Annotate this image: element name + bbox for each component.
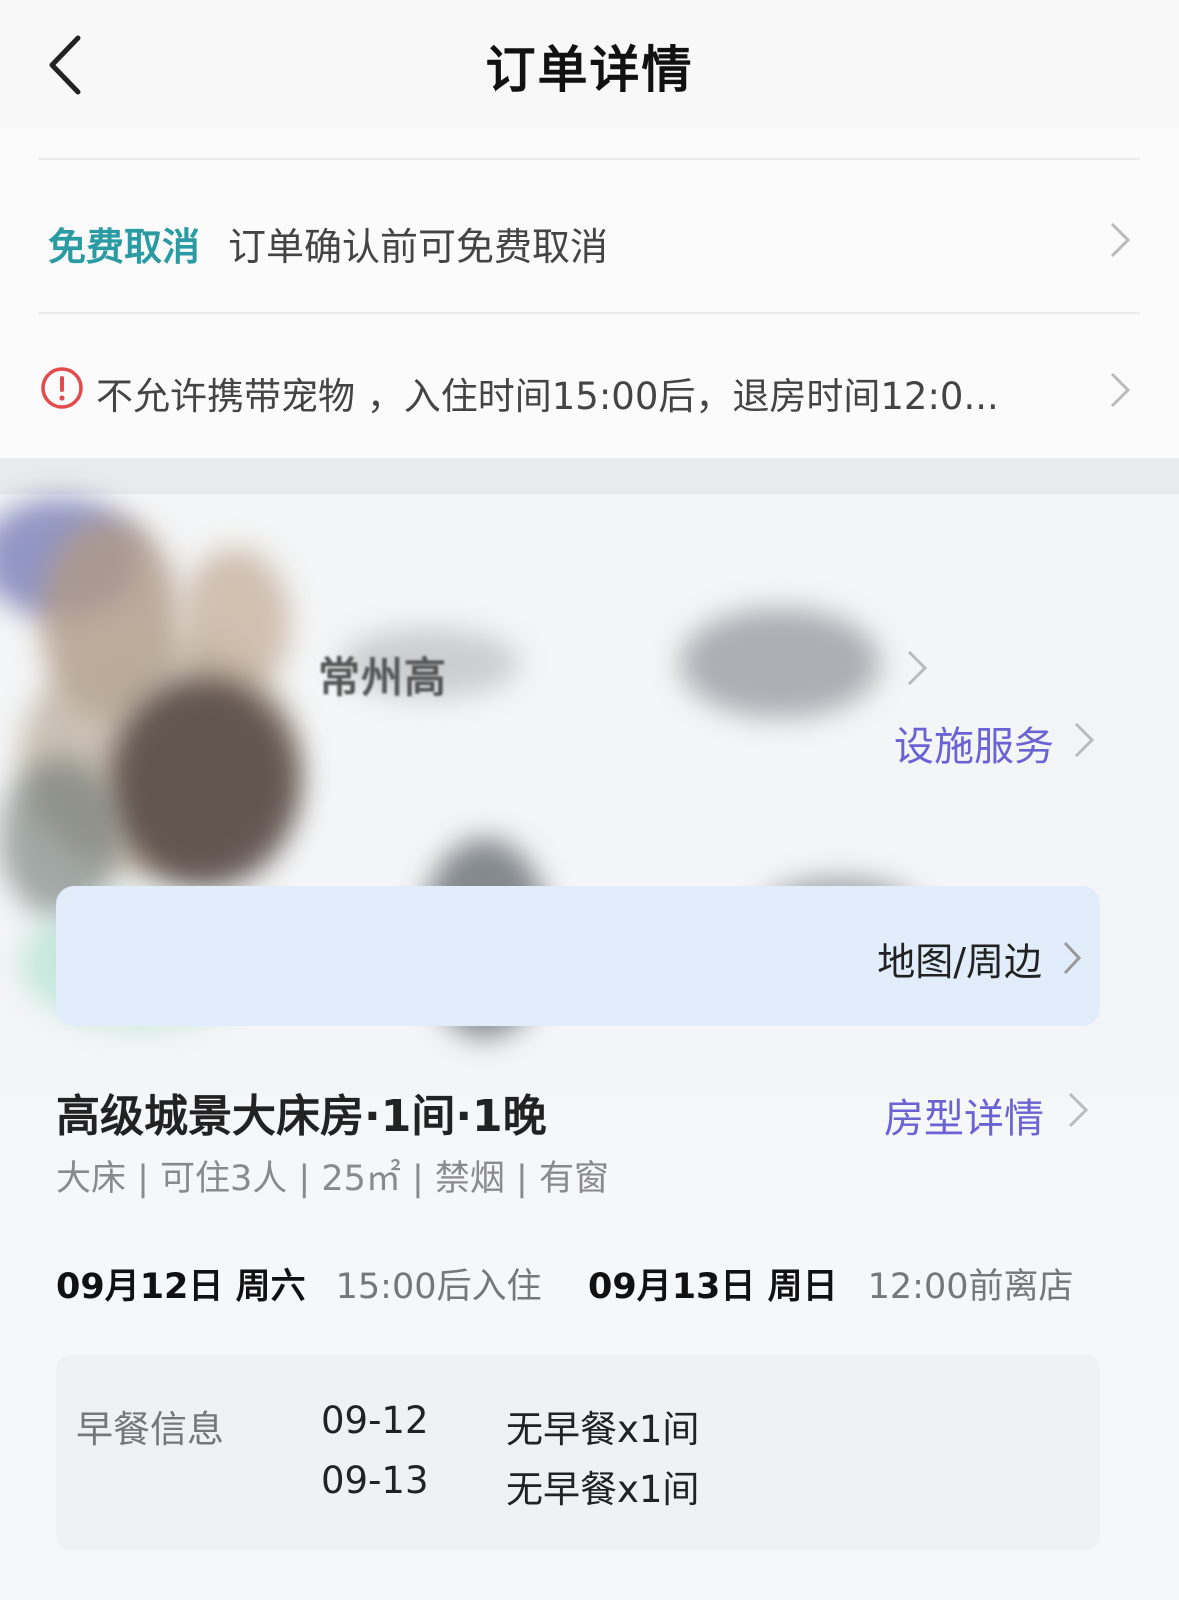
chevron-right-icon bbox=[1074, 722, 1095, 758]
room-specs: 大床 | 可住3人 | 25㎡ | 禁烟 | 有窗 bbox=[56, 1159, 609, 1199]
divider bbox=[38, 312, 1140, 314]
house-rules-text: 不允许携带宠物 ，入住时间15:00后，退房时间12:0... bbox=[96, 375, 999, 418]
hotel-name[interactable]: 常州高 bbox=[318, 644, 447, 705]
photo-top-band bbox=[0, 458, 1179, 494]
nav-bar: 订单详情 bbox=[0, 0, 1179, 128]
breakfast-date: 09-13 bbox=[321, 1459, 429, 1502]
chevron-right-icon bbox=[1063, 941, 1082, 975]
policy-card: 免费取消 订单确认前可免费取消 不允许携带宠物 ，入住时间15:00后，退房时间… bbox=[0, 128, 1179, 468]
free-cancel-text: 订单确认前可免费取消 bbox=[228, 225, 609, 269]
house-rules-row[interactable]: 不允许携带宠物 ，入住时间15:00后，退房时间12:0... bbox=[38, 336, 1140, 436]
breakfast-value: 无早餐x1间 bbox=[506, 1408, 700, 1451]
page-title: 订单详情 bbox=[485, 41, 694, 99]
hotel-photo[interactable]: 地图/周边 常州高 设施服务 bbox=[0, 458, 1179, 1098]
free-cancel-tag: 免费取消 bbox=[48, 225, 201, 269]
room-detail-link[interactable]: 房型详情 bbox=[884, 1086, 1044, 1144]
breakfast-label: 早餐信息 bbox=[76, 1408, 224, 1451]
checkin-note: 15:00后入住 bbox=[335, 1267, 542, 1307]
chevron-right-icon bbox=[1110, 222, 1131, 258]
blur-region bbox=[110, 678, 300, 888]
chevron-right-icon bbox=[1068, 1092, 1089, 1128]
map-surroundings-link[interactable]: 地图/周边 bbox=[877, 931, 1042, 986]
chevron-right-icon bbox=[1110, 372, 1131, 408]
divider bbox=[38, 158, 1140, 160]
checkout-info: 09月13日 周日 12:00前离店 bbox=[588, 1258, 1073, 1309]
warning-icon bbox=[41, 367, 83, 409]
map-surroundings-card[interactable]: 地图/周边 bbox=[56, 886, 1100, 1026]
room-title: 高级城景大床房·1间·1晚 bbox=[56, 1091, 547, 1142]
free-cancel-row[interactable]: 免费取消 订单确认前可免费取消 bbox=[38, 188, 1140, 288]
breakfast-date: 09-12 bbox=[321, 1399, 429, 1442]
checkout-date: 09月13日 周日 bbox=[588, 1267, 838, 1307]
breakfast-card: 早餐信息 09-12 无早餐x1间 09-13 无早餐x1间 bbox=[56, 1355, 1100, 1550]
breakfast-value: 无早餐x1间 bbox=[506, 1468, 700, 1511]
checkin-info: 09月12日 周六 15:00后入住 bbox=[56, 1258, 541, 1309]
facilities-link[interactable]: 设施服务 bbox=[894, 714, 1054, 772]
chevron-right-icon bbox=[907, 650, 928, 686]
checkin-date: 09月12日 周六 bbox=[56, 1267, 306, 1307]
blur-region bbox=[680, 608, 880, 718]
checkout-note: 12:00前离店 bbox=[867, 1267, 1074, 1307]
